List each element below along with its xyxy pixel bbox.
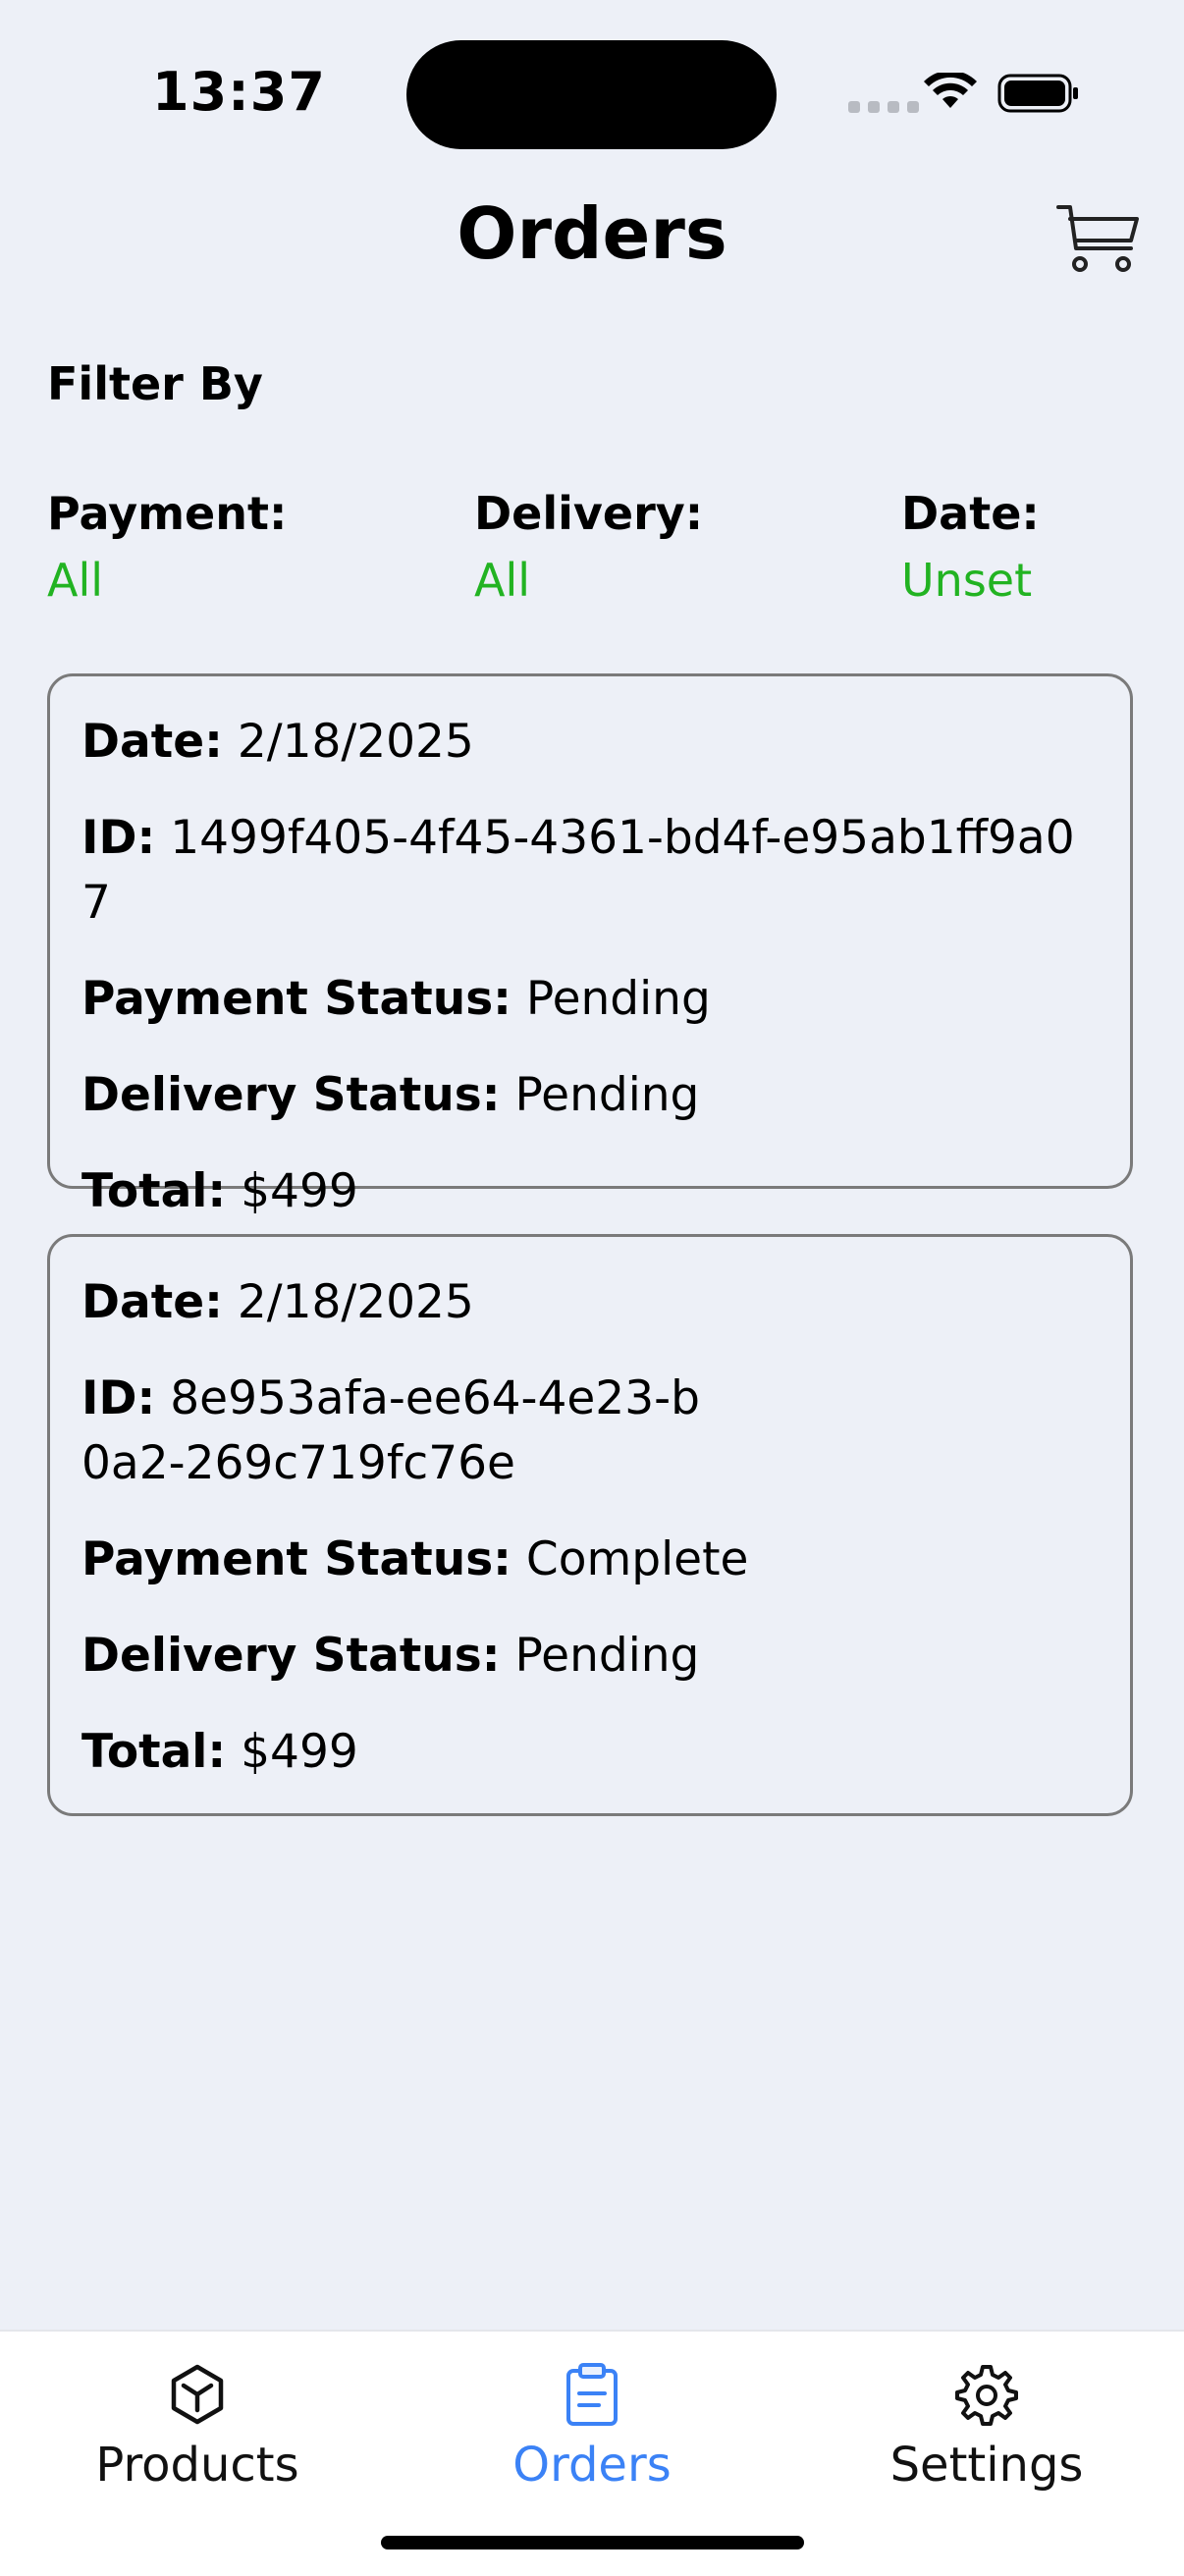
home-indicator: [381, 2536, 804, 2549]
order-date-value: 2/18/2025: [237, 715, 474, 769]
order-date: Date: 2/18/2025: [81, 710, 1099, 775]
tab-orders-label: Orders: [512, 2438, 672, 2493]
order-date-label: Date:: [81, 1275, 223, 1329]
order-id-label: ID:: [81, 811, 156, 865]
delivery-filter-label: Delivery:: [474, 487, 704, 540]
cart-icon: [1056, 205, 1139, 272]
order-total: Total: $499: [81, 1159, 1099, 1224]
tab-settings-label: Settings: [889, 2438, 1084, 2493]
filter-heading: Filter By: [47, 357, 263, 410]
date-filter[interactable]: Date: Unset: [901, 482, 1040, 612]
order-total-label: Total:: [81, 1725, 227, 1779]
order-delivery-status: Delivery Status: Pending: [81, 1624, 1099, 1689]
tab-settings[interactable]: Settings: [789, 2361, 1184, 2493]
delivery-status-label: Delivery Status:: [81, 1068, 501, 1122]
order-total-value: $499: [241, 1725, 358, 1779]
order-payment-status: Payment Status: Complete: [81, 1528, 1099, 1592]
delivery-filter[interactable]: Delivery: All: [474, 482, 703, 612]
delivery-filter-value[interactable]: All: [474, 549, 703, 612]
payment-status-label: Payment Status:: [81, 972, 511, 1026]
payment-status-value: Complete: [525, 1532, 749, 1586]
payment-status-label: Payment Status:: [81, 1532, 511, 1586]
cellular-signal-icon: [848, 101, 919, 113]
dynamic-island: [406, 40, 777, 149]
order-id-value: 8e953afa-ee64-4e23-b0a2-269c719fc76e: [81, 1371, 700, 1490]
date-filter-value[interactable]: Unset: [901, 549, 1040, 612]
order-total: Total: $499: [81, 1720, 1099, 1785]
payment-filter-value[interactable]: All: [47, 549, 287, 612]
cart-button[interactable]: [1056, 199, 1139, 278]
order-delivery-status: Delivery Status: Pending: [81, 1063, 1099, 1128]
order-card[interactable]: Date: 2/18/2025 ID: 8e953afa-ee64-4e23-b…: [47, 1234, 1133, 1816]
order-id: ID: 1499f405-4f45-4361-bd4f-e95ab1ff9a07: [81, 806, 1099, 936]
status-bar: 13:37: [0, 0, 1184, 187]
order-id-value: 1499f405-4f45-4361-bd4f-e95ab1ff9a07: [81, 811, 1075, 930]
payment-filter-label: Payment:: [47, 487, 288, 540]
delivery-status-value: Pending: [514, 1068, 700, 1122]
order-payment-status: Payment Status: Pending: [81, 967, 1099, 1032]
order-id-label: ID:: [81, 1371, 156, 1425]
cube-icon: [171, 2364, 224, 2425]
page-title: Orders: [457, 192, 727, 275]
gear-icon: [955, 2365, 1018, 2426]
delivery-status-label: Delivery Status:: [81, 1629, 501, 1683]
order-date-label: Date:: [81, 715, 223, 769]
tab-products-label: Products: [95, 2438, 299, 2493]
status-time: 13:37: [152, 61, 326, 123]
battery-icon: [997, 74, 1078, 113]
wifi-icon: [924, 73, 977, 108]
tab-orders[interactable]: Orders: [395, 2361, 789, 2493]
order-id: ID: 8e953afa-ee64-4e23-b0a2-269c719fc76e: [81, 1367, 710, 1496]
order-date-value: 2/18/2025: [237, 1275, 474, 1329]
order-card[interactable]: Date: 2/18/2025 ID: 1499f405-4f45-4361-b…: [47, 673, 1133, 1218]
payment-filter[interactable]: Payment: All: [47, 482, 287, 612]
date-filter-label: Date:: [901, 487, 1040, 540]
tab-products[interactable]: Products: [0, 2361, 395, 2493]
order-total-value: $499: [241, 1164, 358, 1218]
delivery-status-value: Pending: [514, 1629, 700, 1683]
payment-status-value: Pending: [525, 972, 711, 1026]
clipboard-icon: [566, 2363, 618, 2426]
order-date: Date: 2/18/2025: [81, 1270, 1099, 1335]
order-total-label: Total:: [81, 1164, 227, 1218]
